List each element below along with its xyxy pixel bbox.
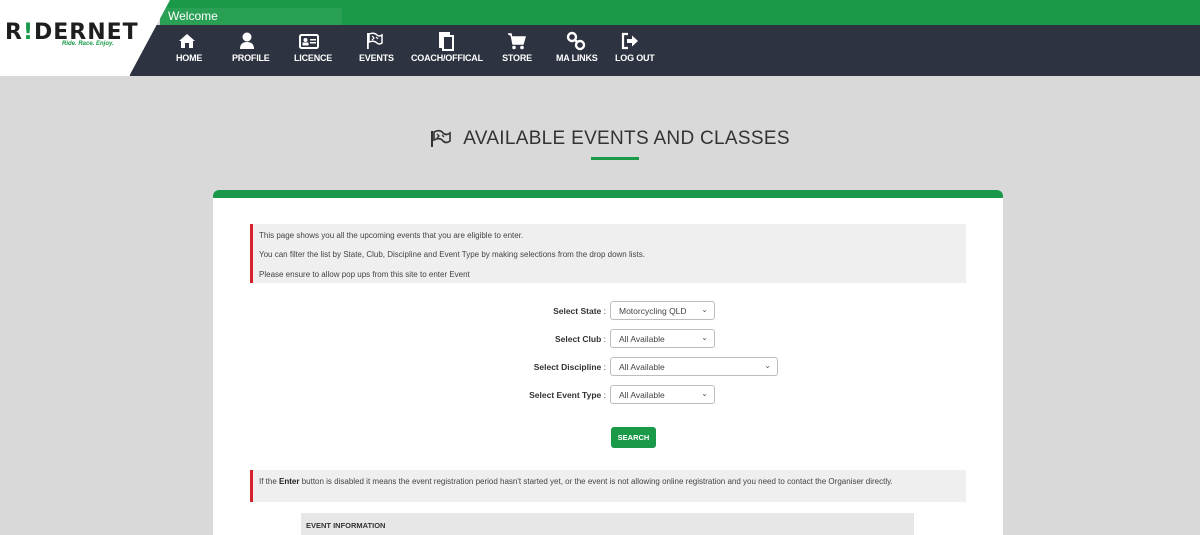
- event-info-heading: EVENT INFORMATION: [306, 521, 386, 530]
- nav-store-label: STORE: [502, 53, 532, 63]
- chevron-down-icon: ⌄: [701, 389, 708, 398]
- title-underline: [591, 157, 639, 160]
- club-row: Select Club :: [554, 334, 606, 344]
- state-select[interactable]: Motorcycling QLD ⌄: [610, 301, 715, 320]
- club-select[interactable]: All Available ⌄: [610, 329, 715, 348]
- nav-logout[interactable]: LOG OUT: [615, 30, 655, 72]
- event-info-header: EVENT INFORMATION: [301, 513, 914, 535]
- nav-ma-links[interactable]: MA LINKS: [556, 30, 598, 72]
- event-type-label: Select Event Type: [529, 390, 602, 400]
- info-line: Please ensure to allow pop ups from this…: [259, 270, 470, 279]
- chevron-down-icon: ⌄: [764, 361, 771, 370]
- nav-coach-label: COACH/OFFICAL: [411, 53, 483, 63]
- notice-text: If the Enter button is disabled it means…: [259, 477, 893, 486]
- page-title: AVAILABLE EVENTS AND CLASSES: [429, 128, 790, 150]
- nav-coach-official[interactable]: COACH/OFFICAL: [411, 30, 483, 72]
- link-icon: [566, 31, 586, 51]
- nav-licence[interactable]: LICENCE: [294, 30, 333, 72]
- logout-icon: [621, 32, 638, 50]
- site-header: Welcome R!DERNET Ride. Race. Enjoy. HOME…: [0, 0, 1200, 76]
- nav-bar: [130, 25, 1200, 76]
- nav-profile[interactable]: PROFILE: [232, 30, 270, 72]
- nav-store[interactable]: STORE: [502, 30, 532, 72]
- notice-box: If the Enter button is disabled it means…: [250, 470, 966, 502]
- welcome-bar: Welcome: [160, 8, 1200, 25]
- nav-profile-label: PROFILE: [232, 53, 270, 63]
- discipline-row: Select Discipline :: [533, 362, 606, 372]
- chevron-down-icon: ⌄: [701, 305, 708, 314]
- event-type-row: Select Event Type :: [529, 390, 606, 400]
- clipboard-icon: [439, 32, 454, 51]
- nav-events-label: EVENTS: [359, 53, 394, 63]
- nav-logout-label: LOG OUT: [615, 53, 655, 63]
- events-card: This page shows you all the upcoming eve…: [213, 190, 1003, 535]
- discipline-label: Select Discipline: [533, 362, 602, 372]
- event-type-select-value: All Available: [619, 390, 665, 400]
- nav-events[interactable]: EVENTS: [359, 30, 394, 72]
- discipline-select-value: All Available: [619, 362, 665, 372]
- nav-ma-links-label: MA LINKS: [556, 53, 598, 63]
- checkered-flag-icon: [431, 129, 451, 147]
- user-icon: [240, 32, 254, 49]
- home-icon: [179, 34, 195, 48]
- nav-home-label: HOME: [176, 53, 203, 63]
- checkered-flag-icon: [367, 32, 383, 49]
- nav-licence-label: LICENCE: [294, 53, 333, 63]
- chevron-down-icon: ⌄: [701, 333, 708, 342]
- cart-icon: [508, 33, 526, 50]
- club-label: Select Club: [554, 334, 602, 344]
- info-line: This page shows you all the upcoming eve…: [259, 231, 524, 240]
- info-box: This page shows you all the upcoming eve…: [250, 224, 966, 283]
- discipline-select[interactable]: All Available ⌄: [610, 357, 778, 376]
- state-select-value: Motorcycling QLD: [619, 306, 687, 316]
- state-row: Select State :: [553, 306, 606, 316]
- logo-tagline: Ride. Race. Enjoy.: [62, 41, 114, 47]
- search-button[interactable]: SEARCH: [611, 427, 656, 448]
- nav-home[interactable]: HOME: [176, 30, 203, 72]
- info-line: You can filter the list by State, Club, …: [259, 250, 645, 259]
- page-title-wrap: AVAILABLE EVENTS AND CLASSES: [0, 128, 1200, 154]
- event-type-select[interactable]: All Available ⌄: [610, 385, 715, 404]
- card-top-bar: [213, 190, 1003, 198]
- notice-enter-emphasis: Enter: [279, 477, 300, 486]
- club-select-value: All Available: [619, 334, 665, 344]
- page-title-text: AVAILABLE EVENTS AND CLASSES: [463, 128, 790, 149]
- id-card-icon: [299, 34, 319, 49]
- state-label: Select State: [553, 306, 602, 316]
- welcome-text: Welcome: [168, 9, 218, 23]
